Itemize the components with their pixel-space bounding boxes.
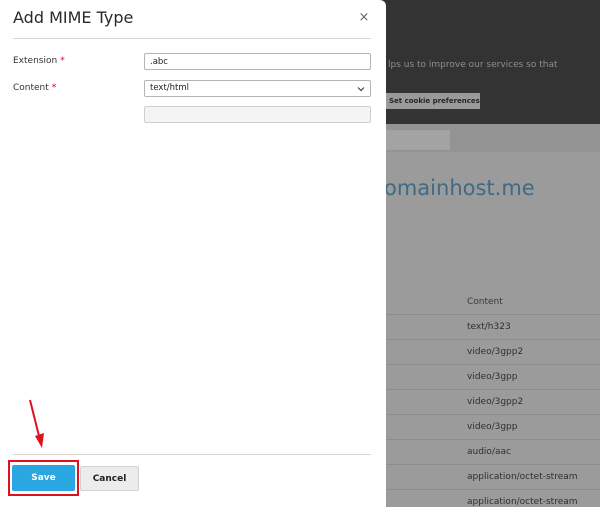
table-row: video/3gpp [384,414,600,439]
table-row: video/3gpp2 [384,339,600,364]
table-cell-content: application/octet-stream [467,497,578,507]
required-marker: * [51,83,57,93]
table-row: video/3gpp [384,364,600,389]
custom-content-input[interactable] [144,106,371,123]
save-button[interactable]: Save [12,465,75,491]
cookie-banner-text: lps us to improve our services so that [388,60,558,70]
table-row: video/3gpp2 [384,389,600,414]
cookie-preferences-button[interactable]: Set cookie preferences [384,93,480,109]
table-cell-content: text/h323 [467,322,511,332]
domain-title: omainhost.me [384,176,535,200]
table-cell-content: application/octet-stream [467,472,578,482]
content-label: Content * [13,83,56,93]
add-mime-type-dialog: Add MIME Type × Extension* Content* text… [0,0,386,507]
cancel-button[interactable]: Cancel [80,466,139,491]
footer-divider [13,454,371,455]
table-cell-content: video/3gpp [467,372,518,382]
table-row: audio/aac [384,439,600,464]
extension-label-text: Extension [13,56,58,66]
close-icon[interactable]: × [356,10,372,26]
table-row: text/h323 [384,314,600,339]
table-cell-content: video/3gpp2 [467,397,524,407]
header-divider [13,38,371,39]
extension-label: Extension * [13,56,65,66]
content-select[interactable]: text/html [144,80,371,97]
table-cell-content: video/3gpp2 [467,347,524,357]
table-row: application/octet-stream [384,464,600,489]
table-cell-content: video/3gpp [467,422,518,432]
arrow-icon [29,399,44,448]
content-column-header: Content [467,297,503,307]
content-label-text: Content [13,83,49,93]
table-row: application/octet-stream [384,489,600,507]
table-cell-content: audio/aac [467,447,511,457]
background-tab [384,130,450,150]
required-marker: * [60,56,65,66]
dialog-title: Add MIME Type [13,8,134,27]
chevron-down-icon [357,87,365,92]
extension-input[interactable] [144,53,371,70]
content-select-value: text/html [150,83,190,93]
